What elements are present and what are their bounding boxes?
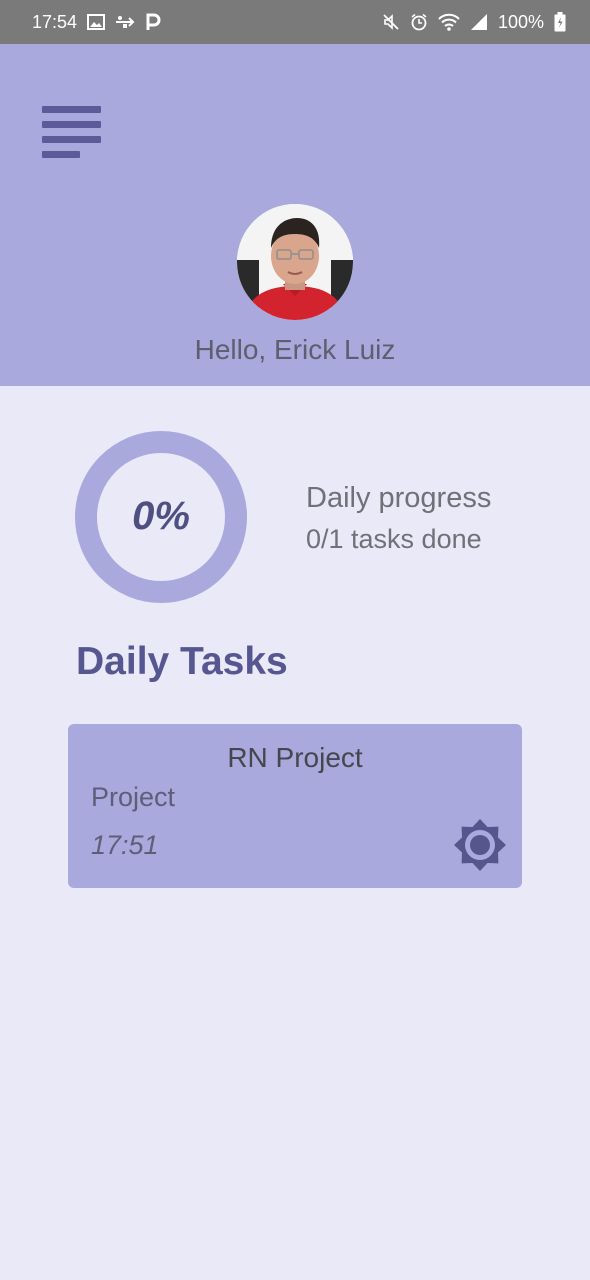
status-time: 17:54 (32, 11, 78, 32)
parking-icon (145, 13, 161, 31)
usb-icon (115, 15, 135, 29)
greeting-text: Hello, Erick Luiz (194, 334, 396, 365)
image-icon (87, 14, 106, 30)
task-title: RN Project (227, 742, 363, 773)
task-card[interactable]: RN Project Project 17:51 (68, 724, 522, 888)
settings-icon[interactable] (452, 817, 508, 873)
menu-icon[interactable] (42, 106, 102, 158)
status-bar: 17:54 100% (0, 0, 590, 44)
status-bar-right: 100% (382, 12, 566, 33)
task-time: 17:51 (91, 830, 159, 860)
progress-title: Daily progress (306, 482, 492, 514)
task-type: Project (91, 782, 176, 812)
section-title: Daily Tasks (76, 640, 288, 683)
progress-subtitle: 0/1 tasks done (306, 524, 482, 554)
header: Hello, Erick Luiz (0, 44, 590, 386)
signal-icon (470, 13, 488, 31)
alarm-icon (410, 13, 428, 31)
progress-percent: 0% (132, 494, 190, 538)
wifi-icon (438, 13, 460, 31)
avatar[interactable] (237, 204, 353, 320)
status-bar-left: 17:54 (32, 12, 161, 33)
mute-icon (382, 13, 400, 31)
avatar-photo (237, 204, 353, 320)
battery-icon (554, 12, 566, 32)
battery-percent: 100% (497, 11, 544, 32)
